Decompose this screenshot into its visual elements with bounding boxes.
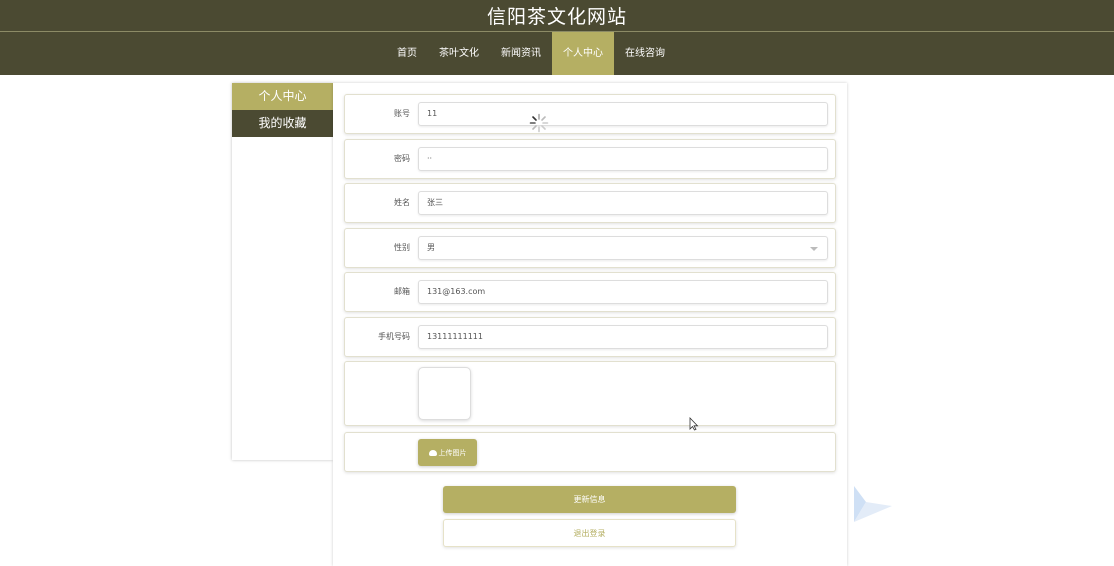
decorative-shape-icon bbox=[854, 486, 892, 522]
logout-button[interactable]: 退出登录 bbox=[443, 519, 736, 547]
upload-image-label: 上传图片 bbox=[438, 448, 467, 457]
loading-spinner-icon bbox=[529, 113, 549, 133]
profile-form: 账号 11 密码 ·· 姓名 张三 性别 男 邮箱 131@163.com 手机… bbox=[333, 83, 847, 566]
gender-select[interactable]: 男 bbox=[418, 236, 828, 260]
nav-item-home[interactable]: 首页 bbox=[386, 32, 428, 75]
password-label: 密码 bbox=[394, 154, 410, 163]
nav-item-tea-culture[interactable]: 茶叶文化 bbox=[428, 32, 490, 75]
chevron-down-icon bbox=[810, 247, 818, 251]
nav-item-news[interactable]: 新闻资讯 bbox=[490, 32, 552, 75]
name-input[interactable]: 张三 bbox=[418, 191, 828, 215]
email-label: 邮箱 bbox=[394, 287, 410, 296]
phone-label: 手机号码 bbox=[378, 332, 410, 341]
site-title: 信阳茶文化网站 bbox=[0, 0, 1114, 32]
update-info-button[interactable]: 更新信息 bbox=[443, 486, 736, 513]
account-label: 账号 bbox=[394, 109, 410, 118]
nav-item-consult[interactable]: 在线咨询 bbox=[614, 32, 676, 75]
phone-input[interactable]: 13111111111 bbox=[418, 325, 828, 349]
cloud-upload-icon bbox=[428, 449, 437, 456]
gender-value: 男 bbox=[427, 243, 435, 252]
sidebar-item-personal-center[interactable]: 个人中心 bbox=[232, 83, 333, 110]
phone-row: 手机号码 13111111111 bbox=[344, 317, 836, 357]
gender-label: 性别 bbox=[394, 243, 410, 252]
sidebar: 个人中心 我的收藏 bbox=[232, 83, 333, 460]
password-input[interactable]: ·· bbox=[418, 147, 828, 171]
nav-item-personal-center[interactable]: 个人中心 bbox=[552, 32, 614, 75]
account-row: 账号 11 bbox=[344, 94, 836, 134]
email-input[interactable]: 131@163.com bbox=[418, 280, 828, 304]
name-label: 姓名 bbox=[394, 198, 410, 207]
gender-row: 性别 男 bbox=[344, 228, 836, 268]
avatar-row bbox=[344, 361, 836, 426]
avatar-preview bbox=[418, 367, 471, 420]
account-input[interactable]: 11 bbox=[418, 102, 828, 126]
sidebar-item-favorites[interactable]: 我的收藏 bbox=[232, 110, 333, 137]
main-nav: 首页 茶叶文化 新闻资讯 个人中心 在线咨询 bbox=[0, 32, 1114, 75]
upload-row: 上传图片 bbox=[344, 432, 836, 472]
name-row: 姓名 张三 bbox=[344, 183, 836, 223]
email-row: 邮箱 131@163.com bbox=[344, 272, 836, 312]
upload-image-button[interactable]: 上传图片 bbox=[418, 439, 477, 466]
mouse-cursor-icon bbox=[689, 417, 699, 431]
password-row: 密码 ·· bbox=[344, 139, 836, 179]
